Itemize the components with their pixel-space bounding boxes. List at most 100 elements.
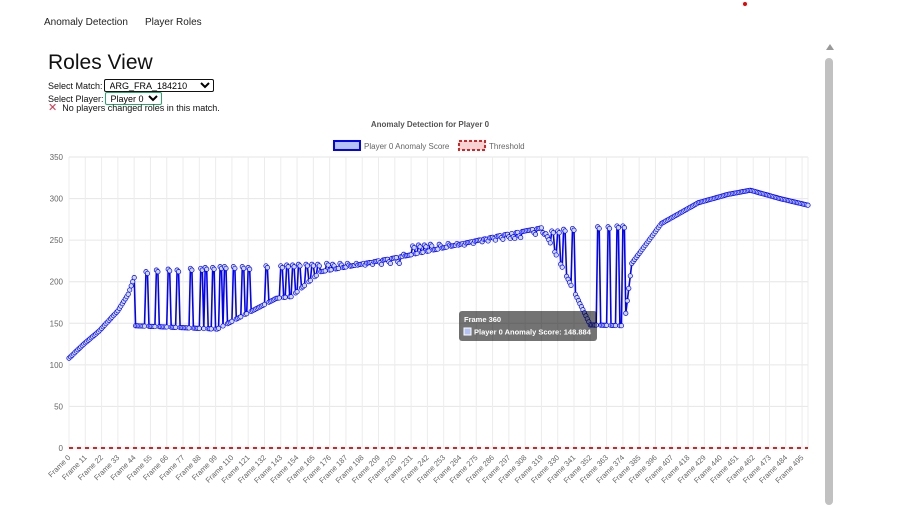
data-point[interactable] xyxy=(125,291,131,297)
data-point[interactable] xyxy=(294,289,300,295)
data-point[interactable] xyxy=(387,260,393,266)
data-point[interactable] xyxy=(559,264,565,270)
data-point[interactable] xyxy=(328,267,334,273)
data-point[interactable] xyxy=(322,268,328,274)
data-point[interactable] xyxy=(607,225,613,232)
data-point[interactable] xyxy=(420,249,426,255)
anomaly-chart: Anomaly Detection for Player 0 Player 0 … xyxy=(46,120,811,485)
data-point[interactable] xyxy=(201,326,207,332)
tooltip-title: Frame 360 xyxy=(464,315,501,324)
data-point[interactable] xyxy=(186,325,192,331)
data-point[interactable] xyxy=(414,250,420,257)
data-point[interactable] xyxy=(512,235,518,242)
chart-legend: Player 0 Anomaly Score Threshold xyxy=(333,140,525,151)
data-point[interactable] xyxy=(604,322,610,328)
data-point[interactable] xyxy=(291,264,297,270)
data-point[interactable] xyxy=(500,236,506,242)
data-point[interactable] xyxy=(164,324,170,330)
data-point[interactable] xyxy=(288,294,294,300)
data-point[interactable] xyxy=(307,277,313,284)
legend-label-threshold[interactable]: Threshold xyxy=(489,142,525,151)
data-point[interactable] xyxy=(196,325,202,331)
data-point[interactable] xyxy=(241,265,247,271)
data-point[interactable] xyxy=(208,326,214,332)
data-point[interactable] xyxy=(128,283,134,289)
legend-swatch-score[interactable] xyxy=(333,140,361,151)
data-point[interactable] xyxy=(152,324,158,330)
data-point[interactable] xyxy=(550,230,556,236)
series-line xyxy=(68,189,809,359)
y-tick-label: 300 xyxy=(50,195,64,204)
data-point[interactable] xyxy=(553,252,559,258)
data-point[interactable] xyxy=(518,235,524,241)
y-tick-label: 250 xyxy=(50,236,64,245)
data-point[interactable] xyxy=(408,252,414,258)
data-point[interactable] xyxy=(316,263,322,269)
data-point[interactable] xyxy=(130,279,136,285)
data-point[interactable] xyxy=(547,240,553,246)
data-point[interactable] xyxy=(244,311,250,317)
scrollbar-thumb[interactable] xyxy=(825,58,833,505)
data-point[interactable] xyxy=(279,265,285,271)
x-axis: Frame 0Frame 11Frame 22Frame 33Frame 44F… xyxy=(46,453,805,485)
data-point[interactable] xyxy=(189,267,195,273)
data-point[interactable] xyxy=(411,245,417,251)
data-point[interactable] xyxy=(285,264,291,270)
data-point[interactable] xyxy=(325,262,331,268)
y-tick-label: 150 xyxy=(50,319,64,328)
data-point[interactable] xyxy=(155,269,161,275)
data-point[interactable] xyxy=(393,255,399,261)
scroll-up-arrow-icon[interactable] xyxy=(826,44,834,50)
legend-label-score[interactable]: Player 0 Anomaly Score xyxy=(364,142,450,151)
data-point[interactable] xyxy=(229,318,235,324)
data-point[interactable] xyxy=(538,225,544,231)
legend-swatch-threshold[interactable] xyxy=(458,140,486,151)
data-point[interactable] xyxy=(313,272,319,279)
data-point[interactable] xyxy=(173,324,179,330)
data-point[interactable] xyxy=(627,273,633,279)
data-point[interactable] xyxy=(562,228,568,234)
data-point[interactable] xyxy=(304,263,310,269)
data-point[interactable] xyxy=(417,244,423,250)
data-point[interactable] xyxy=(426,248,432,254)
data-point[interactable] xyxy=(282,294,288,300)
data-point[interactable] xyxy=(247,266,253,272)
data-point[interactable] xyxy=(624,298,630,304)
data-point[interactable] xyxy=(211,266,217,272)
data-point[interactable] xyxy=(141,323,148,329)
data-point[interactable] xyxy=(396,260,402,266)
data-point[interactable] xyxy=(310,263,316,269)
data-point[interactable] xyxy=(623,310,629,316)
data-point[interactable] xyxy=(264,265,270,271)
data-point[interactable] xyxy=(127,287,133,293)
data-point[interactable] xyxy=(167,268,173,274)
data-point[interactable] xyxy=(571,227,577,233)
data-point[interactable] xyxy=(220,323,226,329)
data-point[interactable] xyxy=(261,301,268,308)
data-point[interactable] xyxy=(204,266,210,272)
data-point[interactable] xyxy=(176,269,182,275)
y-tick-label: 100 xyxy=(50,361,64,370)
data-point[interactable] xyxy=(596,225,602,232)
data-point[interactable] xyxy=(144,270,151,276)
data-point[interactable] xyxy=(615,225,621,231)
data-point[interactable] xyxy=(238,314,244,320)
data-point[interactable] xyxy=(612,323,619,329)
data-point[interactable] xyxy=(276,295,282,301)
data-point[interactable] xyxy=(556,230,562,236)
data-point[interactable] xyxy=(532,231,539,237)
data-point[interactable] xyxy=(805,202,811,208)
data-point[interactable] xyxy=(621,225,627,231)
data-point[interactable] xyxy=(216,325,222,331)
data-point[interactable] xyxy=(131,275,137,281)
data-point[interactable] xyxy=(232,265,238,271)
data-point[interactable] xyxy=(223,265,229,271)
data-point[interactable] xyxy=(297,263,303,269)
data-point[interactable] xyxy=(626,285,632,291)
data-point[interactable] xyxy=(301,282,308,289)
data-point[interactable] xyxy=(618,323,624,329)
data-point[interactable] xyxy=(568,282,574,288)
y-axis: 0 50 100 150 200 250 300 350 xyxy=(50,153,64,453)
data-point[interactable] xyxy=(423,244,429,250)
data-point[interactable] xyxy=(378,261,385,267)
